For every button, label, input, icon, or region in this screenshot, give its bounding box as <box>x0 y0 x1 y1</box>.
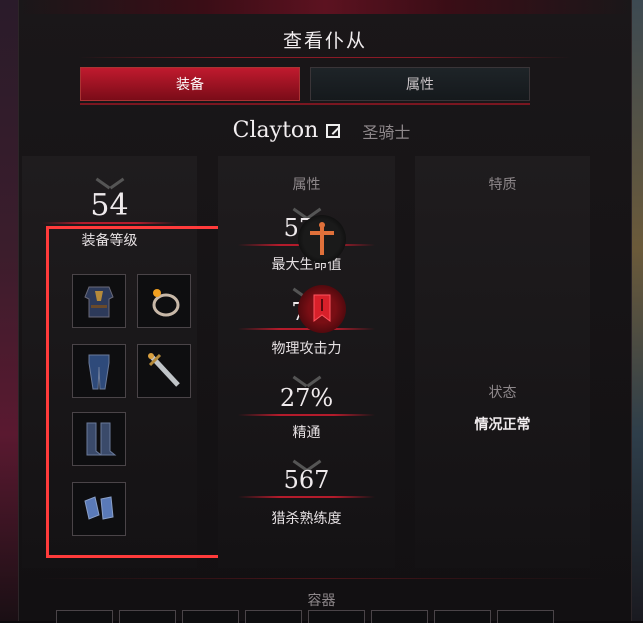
container-slots <box>56 610 554 623</box>
attr-divider <box>238 414 375 416</box>
traits-column: 特质 状态 情况正常 <box>415 156 590 568</box>
character-name-row: Clayton 圣骑士 <box>0 118 643 143</box>
edit-icon[interactable] <box>326 123 341 138</box>
equipment-highlight-box <box>46 226 236 558</box>
container-slot[interactable] <box>119 610 176 623</box>
red-banner-icon <box>313 294 330 322</box>
attr-label-mastery: 精通 <box>292 425 321 441</box>
attributes-header: 属性 <box>292 177 321 193</box>
trait-slot-2[interactable] <box>297 285 346 333</box>
container-slot[interactable] <box>56 610 113 623</box>
container-slot[interactable] <box>497 610 554 623</box>
traits-header: 特质 <box>488 177 517 193</box>
attr-value-mastery: 27% <box>279 384 334 412</box>
title-divider <box>79 57 571 58</box>
container-slot[interactable] <box>245 610 302 623</box>
panel-title: 查看仆从 <box>282 30 367 52</box>
attr-divider <box>238 496 375 498</box>
status-header: 状态 <box>488 385 517 401</box>
container-slot[interactable] <box>308 610 365 623</box>
character-name: Clayton <box>232 118 319 143</box>
tab-equipment[interactable]: 装备 <box>80 67 300 101</box>
attr-value-hunt-proficiency: 567 <box>283 466 330 494</box>
container-slot[interactable] <box>434 610 491 623</box>
container-label: 容器 <box>307 593 336 609</box>
tab-attributes[interactable]: 属性 <box>310 67 530 101</box>
container-divider <box>38 578 605 579</box>
attr-label-phys-attack: 物理攻击力 <box>271 341 342 357</box>
header-ornament <box>19 0 631 14</box>
status-value: 情况正常 <box>474 417 531 433</box>
container-slot[interactable] <box>182 610 239 623</box>
equipment-level-value: 54 <box>90 188 129 223</box>
tab-underline <box>80 103 530 105</box>
level-divider <box>42 222 177 224</box>
character-class: 圣骑士 <box>362 122 411 142</box>
container-slot[interactable] <box>371 610 428 623</box>
trait-slot-1[interactable] <box>297 215 346 263</box>
attr-label-hunt-proficiency: 猎杀熟练度 <box>271 511 342 527</box>
cross-emblem-icon <box>309 222 334 255</box>
